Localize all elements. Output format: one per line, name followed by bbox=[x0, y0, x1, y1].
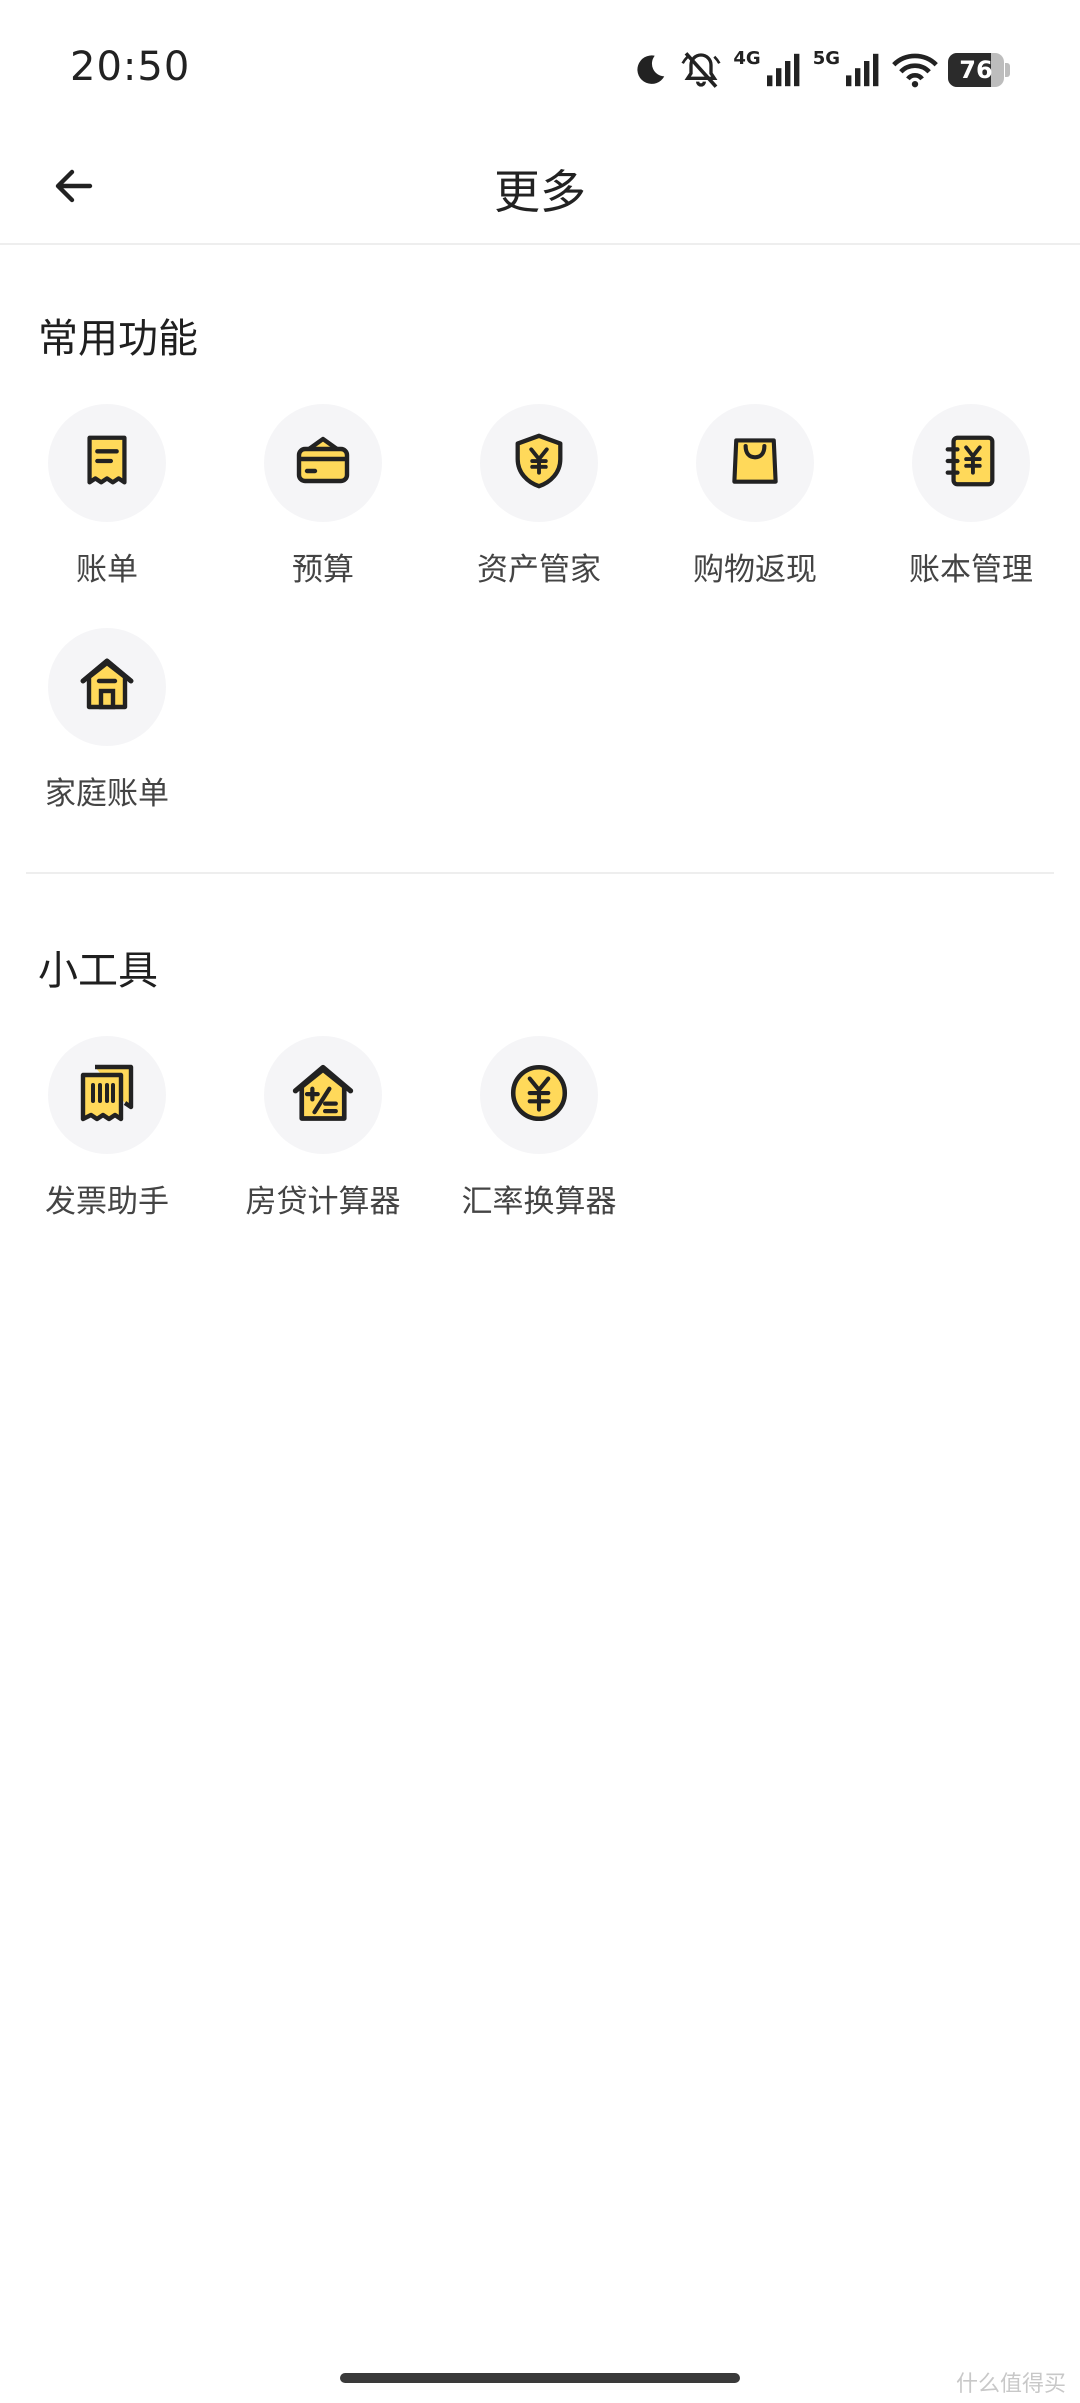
tile-bill[interactable]: 账单 bbox=[7, 404, 207, 604]
invoice-icon bbox=[75, 1061, 139, 1129]
tile-exchange-rate-converter[interactable]: 汇率换算器 bbox=[439, 1036, 639, 1236]
wifi-icon bbox=[892, 52, 938, 88]
page-title: 更多 bbox=[494, 165, 586, 219]
tile-asset-manager[interactable]: 资产管家 bbox=[439, 404, 639, 604]
ledger-book-icon bbox=[940, 430, 1002, 496]
tile-label: 家庭账单 bbox=[45, 776, 169, 812]
wallet-icon bbox=[291, 429, 355, 497]
section-title-common: 常用功能 bbox=[38, 316, 198, 362]
signal-5g-icon bbox=[846, 53, 882, 87]
watermark: 什么值得买 bbox=[955, 2372, 1066, 2397]
section-divider bbox=[26, 872, 1054, 874]
bell-muted-icon bbox=[679, 50, 723, 90]
tile-icon-bg bbox=[696, 404, 814, 522]
home-indicator[interactable] bbox=[340, 2373, 740, 2383]
battery-level-text: 76 bbox=[959, 56, 993, 84]
tile-mortgage-calculator[interactable]: 房贷计算器 bbox=[223, 1036, 423, 1236]
status-icons: 4G 5G 76 bbox=[631, 44, 1010, 96]
tile-ledger-management[interactable]: 账本管理 bbox=[871, 404, 1071, 604]
tile-icon-bg bbox=[48, 1036, 166, 1154]
tile-icon-bg bbox=[480, 1036, 598, 1154]
shopping-bag-icon bbox=[725, 431, 785, 495]
shield-yen-icon bbox=[508, 430, 570, 496]
house-icon bbox=[75, 653, 139, 721]
receipt-icon bbox=[76, 430, 138, 496]
moon-icon bbox=[631, 51, 669, 89]
status-bar: 20:50 4G 5G 76 bbox=[0, 0, 1080, 130]
tile-icon-bg bbox=[48, 404, 166, 522]
tile-label: 账单 bbox=[76, 552, 138, 588]
tile-invoice-assistant[interactable]: 发票助手 bbox=[7, 1036, 207, 1236]
net-5g-label: 5G bbox=[812, 47, 840, 69]
tile-icon-bg bbox=[48, 628, 166, 746]
tile-label: 资产管家 bbox=[477, 552, 601, 588]
tile-label: 汇率换算器 bbox=[461, 1184, 617, 1220]
tile-label: 购物返现 bbox=[693, 552, 817, 588]
signal-4g-icon bbox=[766, 53, 803, 87]
status-time: 20:50 bbox=[70, 44, 191, 90]
section-title-tools: 小工具 bbox=[38, 948, 158, 994]
mortgage-calculator-icon bbox=[289, 1059, 357, 1131]
tile-label: 发票助手 bbox=[45, 1184, 169, 1220]
tile-label: 房贷计算器 bbox=[245, 1184, 401, 1220]
tile-label: 账本管理 bbox=[909, 552, 1033, 588]
tile-icon-bg bbox=[480, 404, 598, 522]
tile-icon-bg bbox=[912, 404, 1030, 522]
nav-header: 更多 bbox=[0, 130, 1080, 245]
battery-icon: 76 bbox=[948, 53, 1010, 87]
tile-budget[interactable]: 预算 bbox=[223, 404, 423, 604]
tile-shopping-cashback[interactable]: 购物返现 bbox=[655, 404, 855, 604]
tile-family-bill[interactable]: 家庭账单 bbox=[7, 628, 207, 828]
tile-label: 预算 bbox=[292, 552, 354, 588]
tile-icon-bg bbox=[264, 1036, 382, 1154]
tile-icon-bg bbox=[264, 404, 382, 522]
yen-coin-icon bbox=[506, 1060, 572, 1130]
net-4g-label: 4G bbox=[733, 47, 761, 69]
